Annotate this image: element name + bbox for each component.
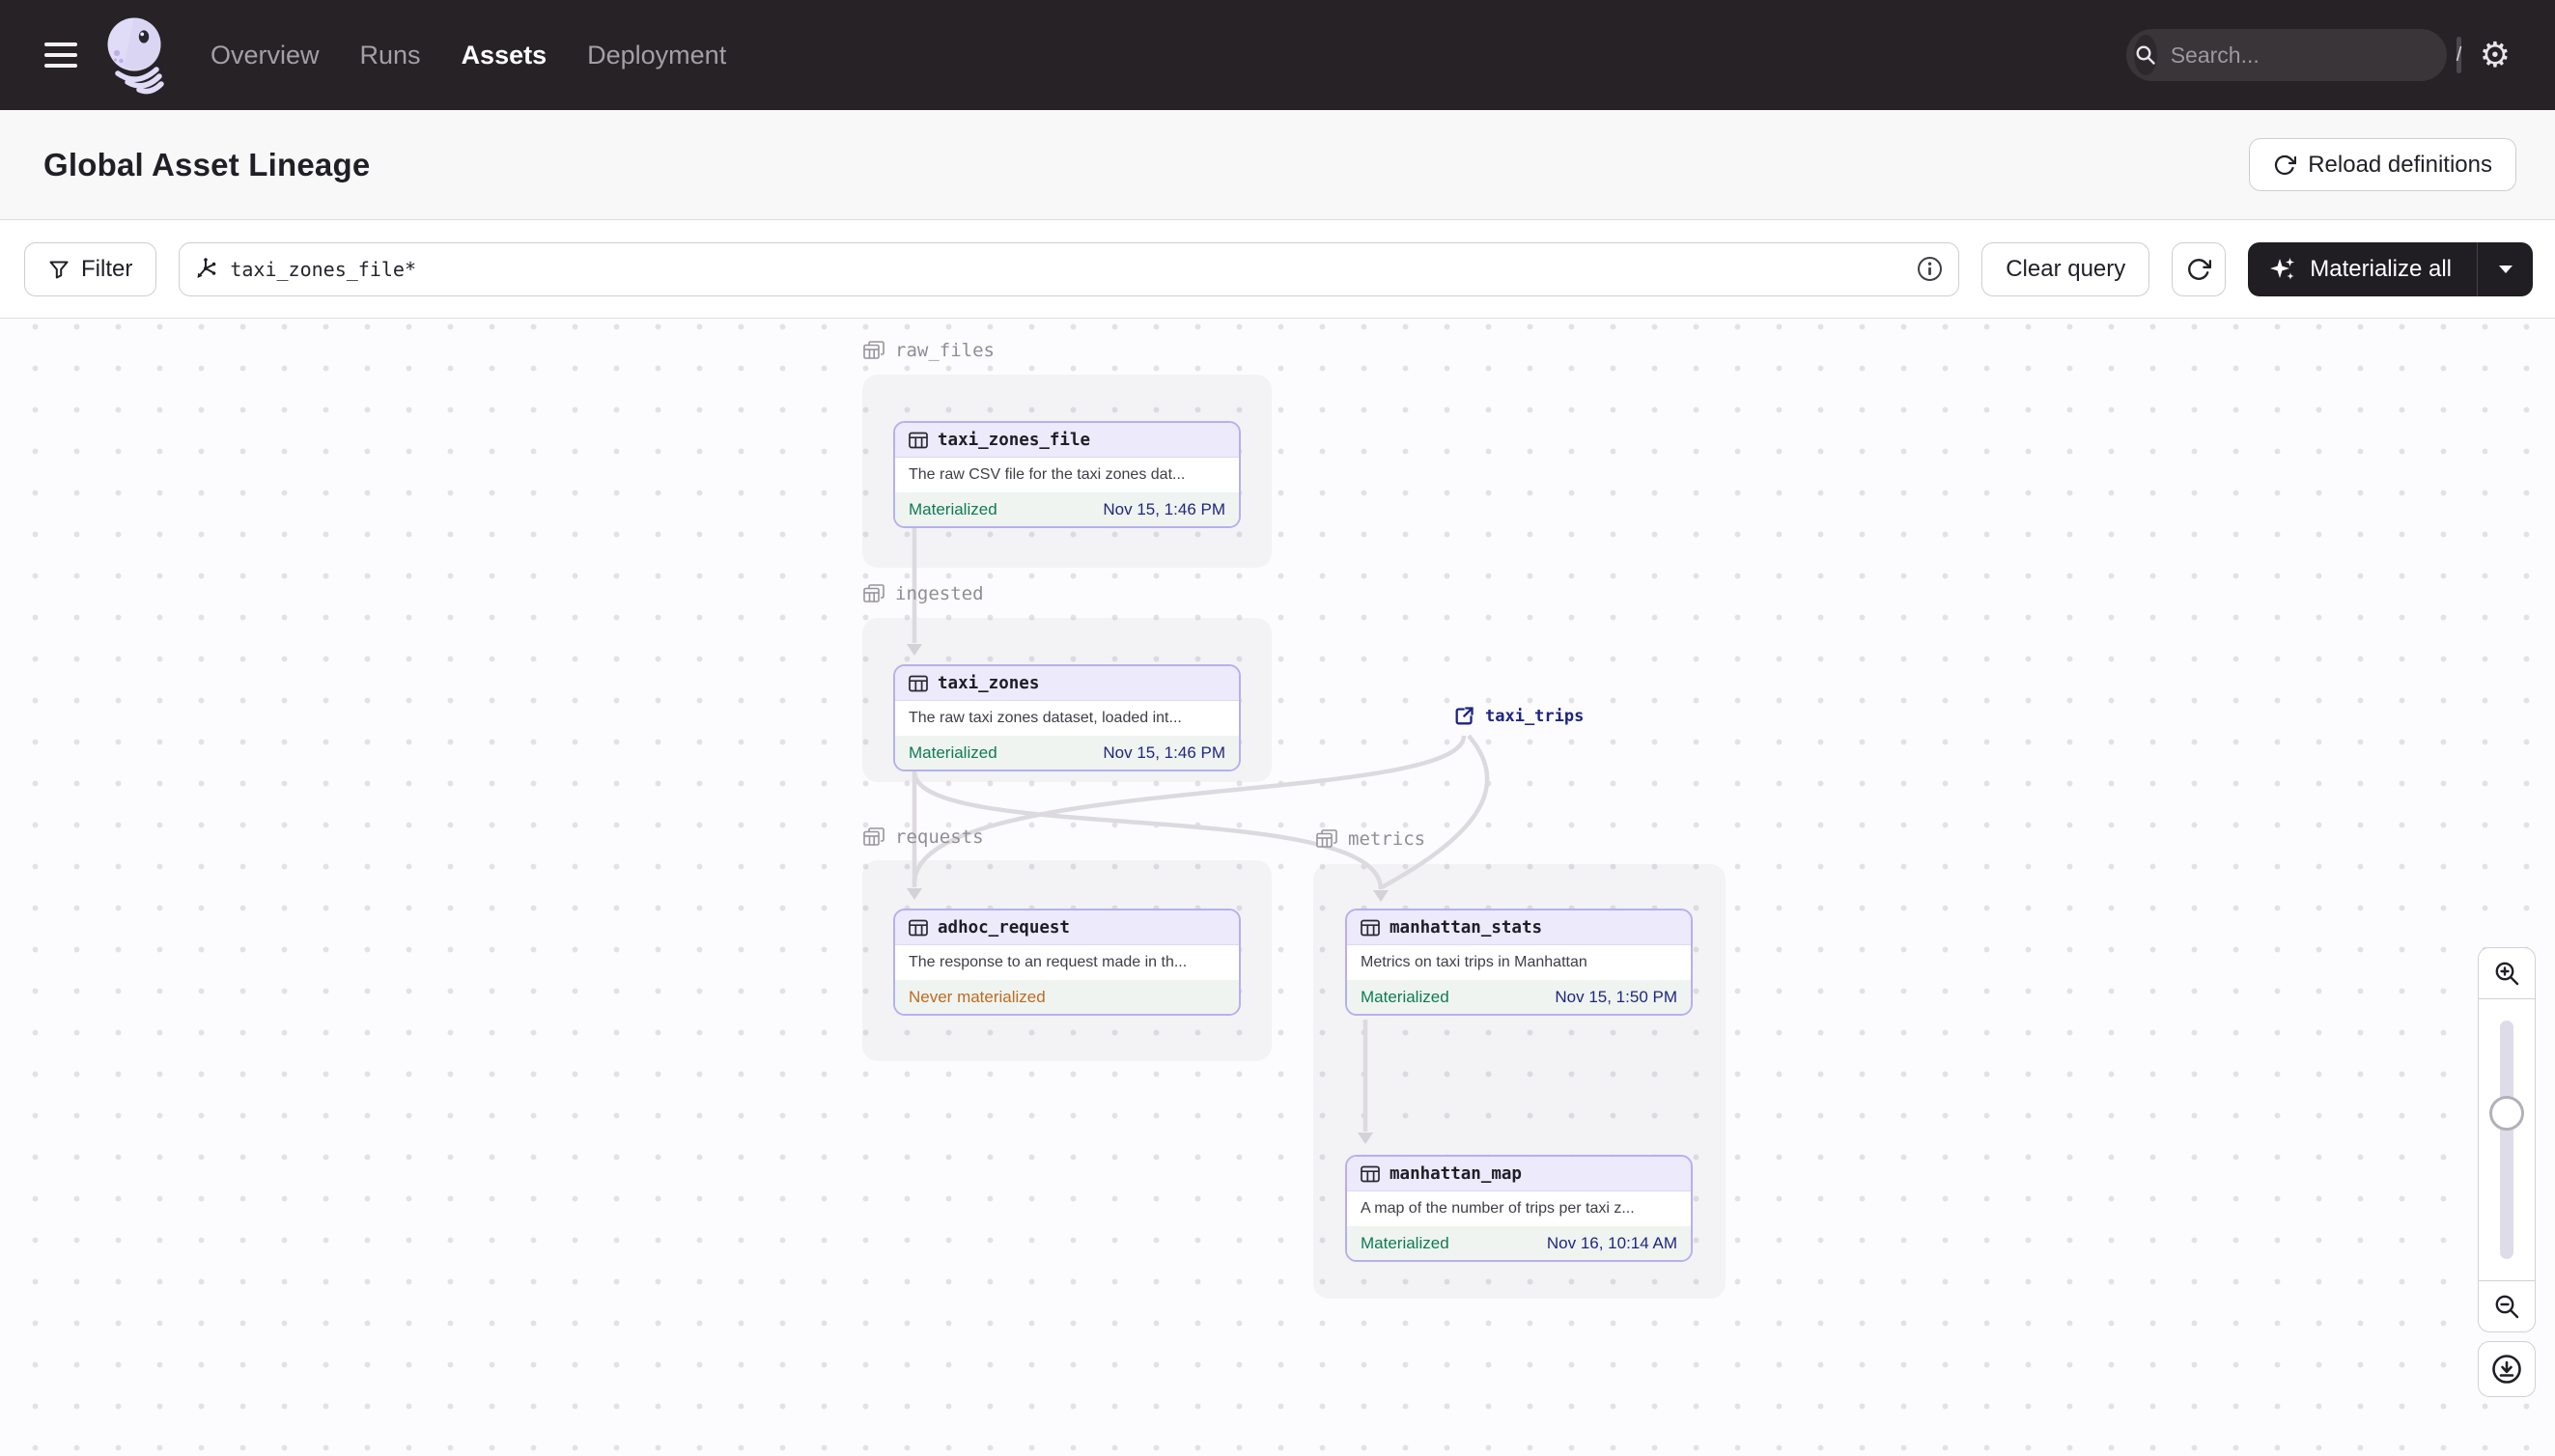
query-info-icon[interactable]: [1917, 256, 1943, 282]
materialize-all-split-button: Materialize all: [2248, 241, 2533, 296]
nav-item-runs[interactable]: Runs: [360, 41, 421, 70]
group-label-requests[interactable]: requests: [862, 826, 984, 848]
zoom-slider-track: [2500, 1021, 2513, 1259]
nav-item-assets[interactable]: Assets: [462, 41, 548, 70]
table-icon: [909, 919, 928, 937]
recenter-icon: [2489, 1352, 2524, 1386]
lineage-edges: [907, 528, 1490, 1144]
group-name: ingested: [895, 583, 984, 604]
asset-node-manhattan-stats[interactable]: manhattan_stats Metrics on taxi trips in…: [1345, 909, 1693, 1016]
asset-group-icon: [1315, 828, 1338, 850]
materialize-options-caret[interactable]: [2477, 241, 2533, 296]
asset-name: taxi_zones: [938, 673, 1040, 693]
refresh-icon: [2186, 257, 2212, 282]
status-badge: Never materialized: [909, 987, 1046, 1006]
asset-name: taxi_zones_file: [938, 430, 1091, 450]
status-badge: Materialized: [909, 499, 997, 518]
asset-description: A map of the number of trips per taxi z.…: [1361, 1200, 1635, 1217]
zoom-in-button[interactable]: [2478, 947, 2536, 999]
asset-group-icon: [862, 826, 885, 848]
clear-query-button[interactable]: Clear query: [1981, 241, 2150, 296]
search-shortcut-badge: /: [2456, 37, 2462, 73]
page-title: Global Asset Lineage: [43, 146, 371, 182]
asset-node-adhoc-request[interactable]: adhoc_request The response to an request…: [893, 909, 1241, 1016]
materialize-all-button[interactable]: Materialize all: [2248, 242, 2477, 296]
table-icon: [1361, 1165, 1380, 1183]
search-icon: [2133, 35, 2157, 75]
filter-funnel-icon: [48, 259, 70, 280]
asset-description: The raw taxi zones dataset, loaded int..…: [909, 710, 1182, 726]
caret-down-icon: [2497, 264, 2514, 275]
nav-item-overview[interactable]: Overview: [211, 41, 320, 70]
zoom-in-icon: [2492, 959, 2521, 988]
table-icon: [1361, 919, 1380, 937]
asset-query-input[interactable]: [230, 257, 1906, 281]
table-icon: [909, 432, 928, 449]
materialization-timestamp: Nov 15, 1:46 PM: [1103, 499, 1225, 518]
page-header: Global Asset Lineage Reload definitions: [0, 110, 2555, 220]
external-asset-name: taxi_trips: [1485, 706, 1585, 726]
status-badge: Materialized: [909, 742, 997, 762]
clear-query-label: Clear query: [2006, 255, 2126, 282]
zoom-out-button[interactable]: [2478, 1280, 2536, 1332]
zoom-controls: [2478, 947, 2536, 1332]
asset-group-icon: [862, 583, 885, 604]
nav-menu: Overview Runs Assets Deployment: [211, 41, 726, 70]
asset-description: Metrics on taxi trips in Manhattan: [1361, 954, 1587, 970]
asset-name: manhattan_map: [1390, 1163, 1522, 1184]
group-label-raw-files[interactable]: raw_files: [862, 340, 995, 361]
table-icon: [909, 675, 928, 692]
nav-item-deployment[interactable]: Deployment: [587, 41, 726, 70]
top-nav: Overview Runs Assets Deployment / ⚙: [0, 0, 2555, 110]
asset-group-icon: [862, 340, 885, 361]
status-badge: Materialized: [1361, 987, 1449, 1006]
search-input[interactable]: [2170, 42, 2457, 69]
materialization-timestamp: Nov 15, 1:46 PM: [1103, 742, 1225, 762]
refresh-button[interactable]: [2172, 241, 2227, 296]
filter-button[interactable]: Filter: [24, 241, 157, 296]
materialize-all-label: Materialize all: [2310, 255, 2452, 282]
asset-description: The raw CSV file for the taxi zones dat.…: [909, 466, 1186, 483]
hamburger-menu-icon[interactable]: [44, 42, 77, 68]
zoom-slider[interactable]: [2478, 999, 2536, 1280]
reload-label: Reload definitions: [2308, 151, 2492, 178]
group-name: raw_files: [895, 340, 995, 361]
recenter-view-button[interactable]: [2478, 1341, 2536, 1397]
settings-gear-icon[interactable]: ⚙: [2480, 38, 2511, 72]
sparkle-icon: [2269, 256, 2296, 283]
materialization-timestamp: Nov 15, 1:50 PM: [1555, 987, 1677, 1006]
group-name: metrics: [1348, 828, 1426, 850]
status-badge: Materialized: [1361, 1233, 1449, 1252]
toolbar: Filter Clear query: [0, 220, 2555, 319]
external-asset-taxi-trips[interactable]: taxi_trips: [1453, 705, 1584, 727]
asset-node-taxi-zones-file[interactable]: taxi_zones_file The raw CSV file for the…: [893, 421, 1241, 528]
asset-node-manhattan-map[interactable]: manhattan_map A map of the number of tri…: [1345, 1155, 1693, 1262]
asset-node-taxi-zones[interactable]: taxi_zones The raw taxi zones dataset, l…: [893, 664, 1241, 771]
asset-name: manhattan_stats: [1390, 917, 1543, 938]
lineage-canvas[interactable]: raw_files ingested requests metrics taxi…: [0, 319, 2555, 1455]
reload-icon: [2273, 154, 2297, 177]
group-label-ingested[interactable]: ingested: [862, 583, 984, 604]
materialization-timestamp: Nov 16, 10:14 AM: [1546, 1233, 1677, 1252]
asset-description: The response to an request made in th...: [909, 954, 1188, 970]
asset-query-box: [179, 241, 1960, 296]
group-label-metrics[interactable]: metrics: [1315, 828, 1425, 850]
graph-query-icon: [193, 257, 218, 282]
external-link-icon: [1453, 705, 1475, 727]
global-search[interactable]: /: [2125, 29, 2462, 81]
reload-definitions-button[interactable]: Reload definitions: [2249, 138, 2516, 191]
dagster-logo-icon[interactable]: [104, 14, 168, 96]
filter-label: Filter: [81, 255, 133, 282]
asset-name: adhoc_request: [938, 917, 1070, 938]
group-name: requests: [895, 826, 984, 848]
zoom-out-icon: [2492, 1292, 2521, 1321]
zoom-slider-thumb[interactable]: [2489, 1096, 2524, 1131]
